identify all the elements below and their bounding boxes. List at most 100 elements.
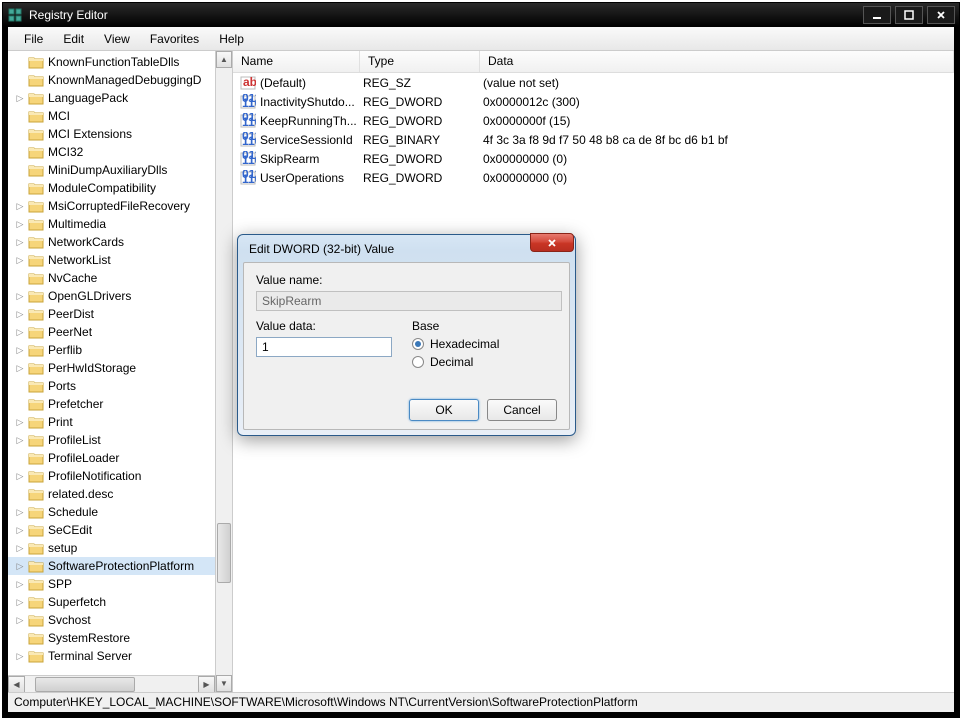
- col-header-data[interactable]: Data: [480, 51, 954, 72]
- tree-item[interactable]: ▷Print: [8, 413, 216, 431]
- tree-expand-icon[interactable]: ▷: [14, 309, 26, 320]
- menu-favorites[interactable]: Favorites: [140, 29, 209, 49]
- tree-item[interactable]: ▷MsiCorruptedFileRecovery: [8, 197, 216, 215]
- window-content: File Edit View Favorites Help KnownFunct…: [3, 27, 959, 717]
- scroll-up-arrow[interactable]: ▲: [216, 51, 232, 68]
- value-name-field: SkipRearm: [256, 291, 562, 311]
- tree-item[interactable]: ▷Perflib: [8, 341, 216, 359]
- tree-expand-icon[interactable]: ▷: [14, 363, 26, 374]
- tree-expand-icon[interactable]: ▷: [14, 507, 26, 518]
- tree-expand-icon[interactable]: ▷: [14, 579, 26, 590]
- tree-expand-icon[interactable]: ▷: [14, 525, 26, 536]
- folder-icon: [28, 325, 44, 339]
- tree-item[interactable]: ▷SoftwareProtectionPlatform: [8, 557, 216, 575]
- tree-item[interactable]: ▷setup: [8, 539, 216, 557]
- tree-item[interactable]: KnownManagedDebuggingD: [8, 71, 216, 89]
- tree-expand-icon[interactable]: ▷: [14, 471, 26, 482]
- menu-view[interactable]: View: [94, 29, 140, 49]
- scroll-right-arrow[interactable]: ▶: [198, 676, 215, 693]
- ok-button[interactable]: OK: [409, 399, 479, 421]
- folder-icon: [28, 199, 44, 213]
- radio-decimal[interactable]: Decimal: [412, 355, 557, 369]
- tree-content: KnownFunctionTableDllsKnownManagedDebugg…: [8, 51, 216, 667]
- tree-item[interactable]: ▷LanguagePack: [8, 89, 216, 107]
- list-row[interactable]: 011110SkipRearmREG_DWORD0x00000000 (0): [233, 149, 954, 168]
- list-row[interactable]: 011110UserOperationsREG_DWORD0x00000000 …: [233, 168, 954, 187]
- tree-item[interactable]: NvCache: [8, 269, 216, 287]
- tree-item[interactable]: ▷Schedule: [8, 503, 216, 521]
- menu-file[interactable]: File: [14, 29, 53, 49]
- scroll-track-h[interactable]: [25, 676, 198, 693]
- tree-expand-icon[interactable]: ▷: [14, 543, 26, 554]
- tree-item[interactable]: ▷Multimedia: [8, 215, 216, 233]
- col-header-type[interactable]: Type: [360, 51, 480, 72]
- tree-expand-icon[interactable]: ▷: [14, 345, 26, 356]
- dialog-title: Edit DWORD (32-bit) Value: [243, 240, 570, 262]
- tree-expand-icon[interactable]: ▷: [14, 597, 26, 608]
- tree-item[interactable]: MCI Extensions: [8, 125, 216, 143]
- tree-item-label: MCI: [48, 109, 70, 123]
- tree-item[interactable]: MiniDumpAuxiliaryDlls: [8, 161, 216, 179]
- tree-expand-icon[interactable]: ▷: [14, 255, 26, 266]
- tree-item[interactable]: ▷Svchost: [8, 611, 216, 629]
- tree-item[interactable]: ▷PeerDist: [8, 305, 216, 323]
- tree-item-label: Terminal Server: [48, 649, 132, 663]
- list-row[interactable]: ab(Default)REG_SZ(value not set): [233, 73, 954, 92]
- value-data-input[interactable]: [256, 337, 392, 357]
- scroll-thumb-h[interactable]: [35, 677, 135, 692]
- list-row[interactable]: 011110ServiceSessionIdREG_BINARY4f 3c 3a…: [233, 130, 954, 149]
- tree-expand-icon[interactable]: ▷: [14, 435, 26, 446]
- scroll-down-arrow[interactable]: ▼: [216, 675, 232, 692]
- tree-expand-icon[interactable]: ▷: [14, 93, 26, 104]
- tree-item[interactable]: Ports: [8, 377, 216, 395]
- horizontal-scrollbar[interactable]: ◀ ▶: [8, 675, 215, 692]
- col-header-name[interactable]: Name: [233, 51, 360, 72]
- tree-item[interactable]: ▷NetworkCards: [8, 233, 216, 251]
- tree-expand-icon[interactable]: ▷: [14, 201, 26, 212]
- cancel-button[interactable]: Cancel: [487, 399, 557, 421]
- dialog-close-button[interactable]: [530, 233, 574, 252]
- tree-item[interactable]: ▷SeCEdit: [8, 521, 216, 539]
- tree-expand-icon[interactable]: ▷: [14, 651, 26, 662]
- tree-item[interactable]: ▷NetworkList: [8, 251, 216, 269]
- list-row[interactable]: 011110KeepRunningTh...REG_DWORD0x0000000…: [233, 111, 954, 130]
- tree-item[interactable]: ▷ProfileNotification: [8, 467, 216, 485]
- tree-expand-icon[interactable]: ▷: [14, 417, 26, 428]
- maximize-button[interactable]: [895, 6, 923, 24]
- tree-item[interactable]: MCI32: [8, 143, 216, 161]
- tree-item[interactable]: ▷ProfileList: [8, 431, 216, 449]
- value-data-label: Value data:: [256, 319, 412, 333]
- list-row[interactable]: 011110InactivityShutdo...REG_DWORD0x0000…: [233, 92, 954, 111]
- tree-item[interactable]: ▷PeerNet: [8, 323, 216, 341]
- vertical-scrollbar[interactable]: ▲ ▼: [215, 51, 232, 692]
- tree-item[interactable]: ▷ Terminal Server: [8, 647, 216, 665]
- menu-help[interactable]: Help: [209, 29, 254, 49]
- tree-expand-icon[interactable]: ▷: [14, 291, 26, 302]
- tree-item[interactable]: ▷Superfetch: [8, 593, 216, 611]
- tree-item[interactable]: ProfileLoader: [8, 449, 216, 467]
- scroll-left-arrow[interactable]: ◀: [8, 676, 25, 693]
- tree-item[interactable]: KnownFunctionTableDlls: [8, 53, 216, 71]
- tree-item[interactable]: ▷OpenGLDrivers: [8, 287, 216, 305]
- tree-item[interactable]: ▷PerHwIdStorage: [8, 359, 216, 377]
- menu-edit[interactable]: Edit: [53, 29, 94, 49]
- tree-item[interactable]: SystemRestore: [8, 629, 216, 647]
- radio-hexadecimal[interactable]: Hexadecimal: [412, 337, 557, 351]
- scroll-track-v[interactable]: [216, 68, 232, 675]
- tree-expand-icon[interactable]: ▷: [14, 327, 26, 338]
- close-button[interactable]: [927, 6, 955, 24]
- tree-expand-icon[interactable]: ▷: [14, 561, 26, 572]
- tree-expand-icon[interactable]: ▷: [14, 615, 26, 626]
- tree-item[interactable]: ModuleCompatibility: [8, 179, 216, 197]
- minimize-button[interactable]: [863, 6, 891, 24]
- tree-expand-icon[interactable]: ▷: [14, 237, 26, 248]
- titlebar[interactable]: Registry Editor: [3, 3, 959, 27]
- folder-icon: [28, 379, 44, 393]
- tree-item[interactable]: MCI: [8, 107, 216, 125]
- folder-icon: [28, 343, 44, 357]
- scroll-thumb-v[interactable]: [217, 523, 231, 583]
- tree-item[interactable]: Prefetcher: [8, 395, 216, 413]
- tree-expand-icon[interactable]: ▷: [14, 219, 26, 230]
- tree-item[interactable]: ▷SPP: [8, 575, 216, 593]
- tree-item[interactable]: related.desc: [8, 485, 216, 503]
